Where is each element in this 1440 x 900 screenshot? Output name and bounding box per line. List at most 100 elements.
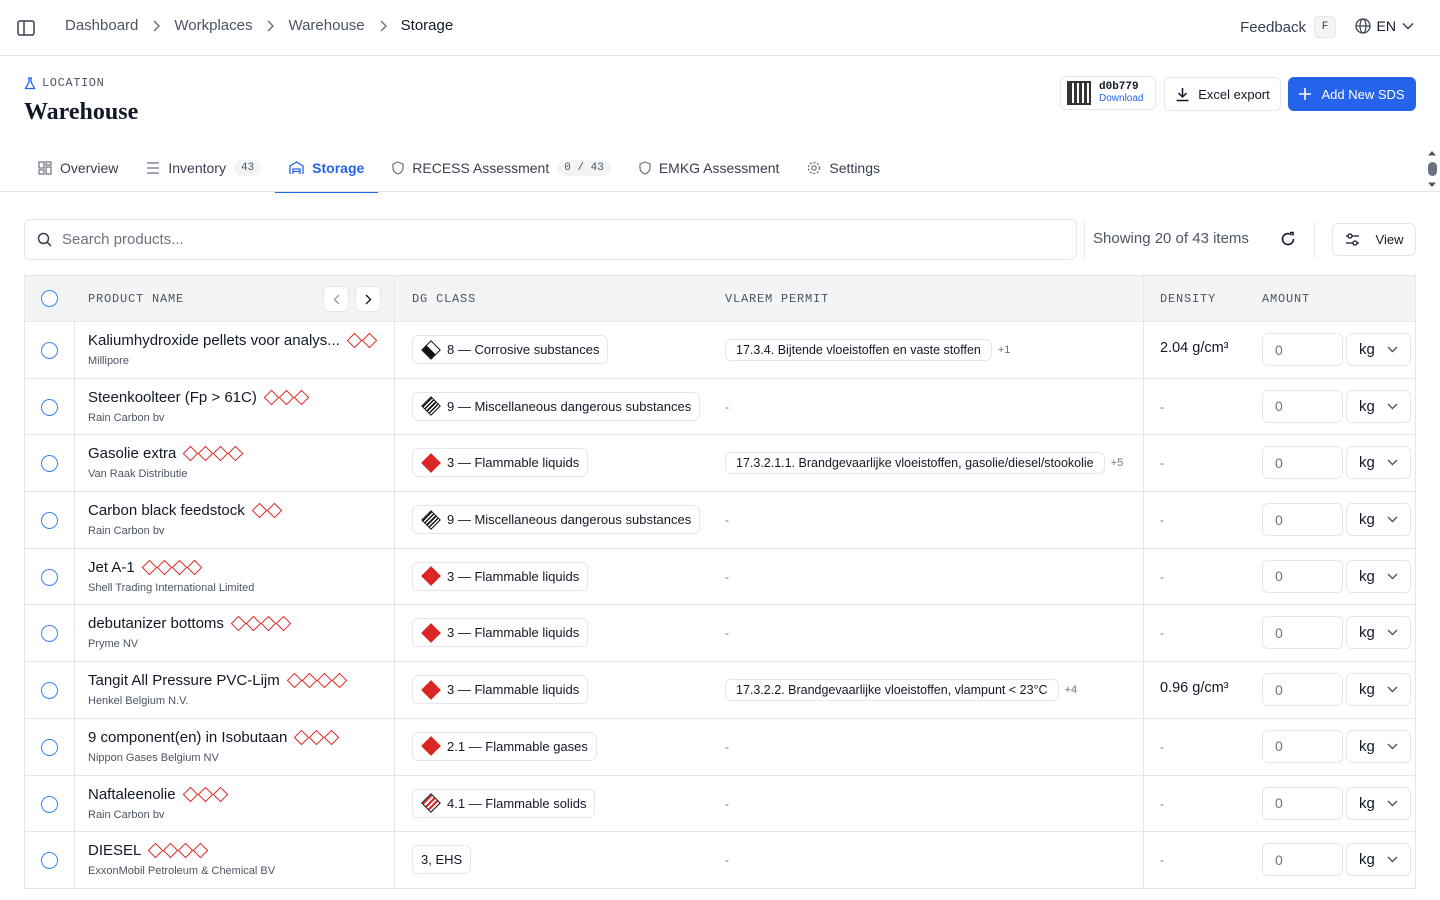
- column-header-product-name[interactable]: PRODUCT NAME: [88, 292, 184, 306]
- amount-input[interactable]: [1262, 673, 1343, 707]
- product-name[interactable]: DIESEL: [88, 842, 141, 859]
- qr-code-download[interactable]: d0b779 Download: [1060, 76, 1156, 110]
- vlarem-more-count[interactable]: +1: [998, 344, 1011, 356]
- unit-select[interactable]: kg: [1346, 786, 1411, 820]
- breadcrumb-warehouse[interactable]: Warehouse: [288, 17, 364, 34]
- unit-select[interactable]: kg: [1346, 503, 1411, 537]
- row-checkbox[interactable]: [41, 455, 58, 473]
- table-row[interactable]: Kaliumhydroxide pellets voor analys... M…: [25, 322, 1415, 379]
- dg-class-chip[interactable]: 3 — Flammable liquids: [412, 675, 589, 705]
- table-row[interactable]: Jet A-1 Shell Trading International Limi…: [25, 548, 1415, 606]
- amount-input[interactable]: [1262, 559, 1343, 593]
- amount-input[interactable]: [1262, 333, 1343, 366]
- dg-class-chip[interactable]: 8 — Corrosive substances: [412, 335, 609, 364]
- column-header-amount[interactable]: AMOUNT: [1262, 292, 1310, 306]
- sidebar-toggle-icon[interactable]: [16, 18, 36, 38]
- row-checkbox[interactable]: [41, 568, 58, 586]
- unit-select[interactable]: kg: [1346, 616, 1411, 650]
- table-row[interactable]: Gasolie extra Van Raak Distributie 3 — F…: [25, 435, 1415, 493]
- breadcrumb-dashboard[interactable]: Dashboard: [65, 17, 138, 34]
- row-checkbox[interactable]: [41, 342, 58, 359]
- amount-input[interactable]: [1262, 446, 1343, 480]
- dg-class-chip[interactable]: 9 — Miscellaneous dangerous substances: [412, 505, 701, 535]
- product-name[interactable]: Carbon black feedstock: [88, 502, 245, 519]
- row-checkbox[interactable]: [41, 398, 58, 416]
- row-checkbox[interactable]: [41, 625, 58, 643]
- dg-class-chip[interactable]: 3 — Flammable liquids: [412, 448, 589, 478]
- select-all-checkbox[interactable]: [41, 290, 58, 307]
- column-next-button[interactable]: [355, 286, 381, 312]
- dg-class-chip[interactable]: 3, EHS: [412, 845, 472, 875]
- tab-settings[interactable]: Settings: [793, 145, 894, 192]
- vlarem-more-count[interactable]: +5: [1111, 457, 1124, 469]
- table-row[interactable]: DIESEL ExxonMobil Petroleum & Chemical B…: [25, 832, 1415, 889]
- unit-select[interactable]: kg: [1346, 446, 1411, 480]
- amount-input[interactable]: [1262, 503, 1343, 537]
- column-divider: [1143, 548, 1144, 605]
- tab-label: Inventory: [168, 160, 226, 176]
- dg-class-chip[interactable]: 2.1 — Flammable gases: [412, 731, 597, 761]
- dg-class-chip[interactable]: 3 — Flammable liquids: [412, 561, 589, 591]
- table-row[interactable]: Naftaleenolie Rain Carbon bv 4.1 — Flamm…: [25, 775, 1415, 833]
- unit-select[interactable]: kg: [1346, 729, 1411, 763]
- table-row[interactable]: 9 component(en) in Isobutaan Nippon Gase…: [25, 718, 1415, 776]
- feedback-button[interactable]: Feedback F: [1240, 16, 1336, 38]
- amount-input[interactable]: [1262, 389, 1343, 423]
- unit-value: kg: [1359, 681, 1375, 699]
- product-name[interactable]: Steenkoolteer (Fp > 61C): [88, 389, 257, 406]
- unit-select[interactable]: kg: [1346, 673, 1411, 707]
- qr-download-link[interactable]: Download: [1099, 93, 1143, 104]
- product-name[interactable]: Naftaleenolie: [88, 786, 176, 803]
- dg-class-label: 3 — Flammable liquids: [447, 455, 580, 471]
- column-divider: [1143, 605, 1144, 662]
- amount-input[interactable]: [1262, 786, 1343, 820]
- breadcrumb-workplaces[interactable]: Workplaces: [174, 17, 252, 34]
- unit-select[interactable]: kg: [1346, 843, 1411, 877]
- view-options-button[interactable]: View: [1332, 223, 1416, 256]
- column-prev-button[interactable]: [323, 286, 349, 312]
- tab-recess-assessment[interactable]: RECESS Assessment 0 / 43: [378, 145, 625, 192]
- product-name[interactable]: Gasolie extra: [88, 445, 176, 462]
- vlarem-permit-chip[interactable]: 17.3.4. Bijtende vloeistoffen en vaste s…: [725, 339, 992, 361]
- vlarem-more-count[interactable]: +4: [1065, 684, 1078, 696]
- unit-select[interactable]: kg: [1346, 333, 1411, 366]
- search-input[interactable]: [62, 231, 1064, 248]
- tab-storage[interactable]: Storage: [275, 145, 379, 193]
- row-checkbox[interactable]: [41, 795, 58, 813]
- product-name[interactable]: Tangit All Pressure PVC-Lijm: [88, 672, 280, 689]
- column-header-density[interactable]: DENSITY: [1160, 292, 1216, 306]
- refresh-icon[interactable]: [1278, 229, 1298, 249]
- column-divider: [1143, 435, 1144, 492]
- amount-input[interactable]: [1262, 843, 1343, 877]
- dg-class-chip[interactable]: 3 — Flammable liquids: [412, 618, 589, 648]
- tab-inventory[interactable]: Inventory 43: [132, 145, 275, 192]
- table-row[interactable]: Carbon black feedstock Rain Carbon bv 9 …: [25, 492, 1415, 549]
- unit-select[interactable]: kg: [1346, 389, 1411, 423]
- dg-class-chip[interactable]: 9 — Miscellaneous dangerous substances: [412, 391, 701, 421]
- product-name[interactable]: Jet A-1: [88, 559, 135, 576]
- unit-select[interactable]: kg: [1346, 559, 1411, 593]
- tab-overview[interactable]: Overview: [24, 145, 132, 192]
- vlarem-permit-chip[interactable]: 17.3.2.2. Brandgevaarlijke vloeistoffen,…: [725, 679, 1059, 702]
- add-new-sds-button[interactable]: Add New SDS: [1288, 77, 1416, 111]
- product-name[interactable]: debutanizer bottoms: [88, 615, 224, 632]
- column-header-dg-class[interactable]: DG CLASS: [412, 292, 476, 306]
- row-checkbox[interactable]: [41, 738, 58, 756]
- vlarem-permit-chip[interactable]: 17.3.2.1.1. Brandgevaarlijke vloeistoffe…: [725, 452, 1105, 475]
- product-name[interactable]: Kaliumhydroxide pellets voor analys...: [88, 332, 340, 349]
- table-row[interactable]: Steenkoolteer (Fp > 61C) Rain Carbon bv …: [25, 378, 1415, 436]
- row-checkbox[interactable]: [41, 682, 58, 700]
- amount-input[interactable]: [1262, 616, 1343, 650]
- table-row[interactable]: debutanizer bottoms Pryme NV 3 — Flammab…: [25, 605, 1415, 663]
- column-header-vlarem-permit[interactable]: VLAREM PERMIT: [725, 292, 829, 306]
- product-name[interactable]: 9 component(en) in Isobutaan: [88, 729, 287, 746]
- table-row[interactable]: Tangit All Pressure PVC-Lijm Henkel Belg…: [25, 662, 1415, 719]
- amount-input[interactable]: [1262, 729, 1343, 763]
- row-checkbox[interactable]: [41, 512, 58, 530]
- excel-export-button[interactable]: Excel export: [1164, 77, 1281, 111]
- row-checkbox[interactable]: [41, 852, 58, 870]
- dg-class-chip[interactable]: 4.1 — Flammable solids: [412, 788, 596, 818]
- tab-emkg-assessment[interactable]: EMKG Assessment: [625, 145, 794, 192]
- language-selector[interactable]: EN: [1354, 18, 1414, 34]
- tab-scrollbar[interactable]: [1425, 150, 1439, 188]
